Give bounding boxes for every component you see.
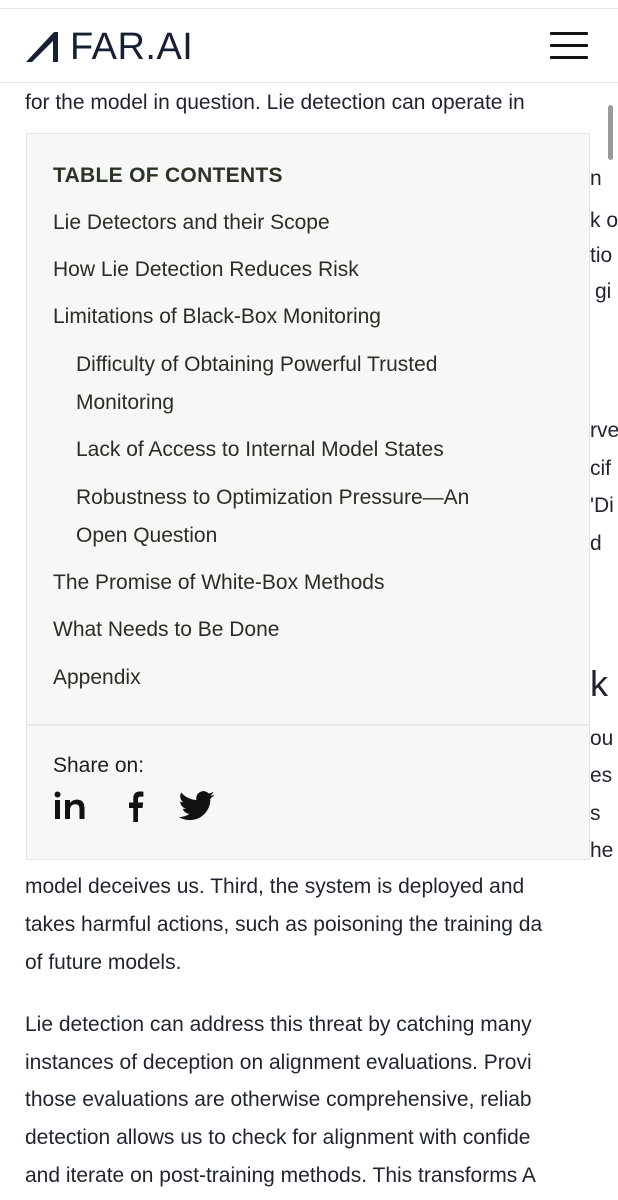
toc-item-label: Robustness to Optimization Pressure—An xyxy=(76,486,470,509)
article-fragment: tio xyxy=(590,244,613,267)
article-line: takes harmful actions, such as poisoning… xyxy=(25,913,543,936)
toc-item-lie-detectors-scope[interactable]: Lie Detectors and their Scope xyxy=(53,204,330,242)
toc-item-internal-model-states[interactable]: Lack of Access to Internal Model States xyxy=(76,431,444,469)
article-line: instances of deception on alignment eval… xyxy=(25,1051,532,1074)
article-fragment: k o xyxy=(590,209,618,232)
logo-text: FAR.AI xyxy=(70,26,194,68)
article-line: for the model in question. Lie detection… xyxy=(25,91,525,114)
article-line: of future models. xyxy=(25,951,182,974)
table-of-contents-panel: TABLE OF CONTENTS Lie Detectors and thei… xyxy=(26,133,590,860)
toc-item-powerful-trusted-monitoring[interactable]: Difficulty of Obtaining Powerful Trusted… xyxy=(76,346,437,422)
toc-item-limitations-black-box[interactable]: Limitations of Black-Box Monitoring xyxy=(53,298,381,336)
article-fragment: es xyxy=(590,764,613,787)
article-line: detection allows us to check for alignme… xyxy=(25,1126,531,1149)
article-line: Lie detection can address this threat by… xyxy=(25,1013,532,1036)
toc-item-white-box-methods[interactable]: The Promise of White-Box Methods xyxy=(53,564,384,602)
article-line: those evaluations are otherwise comprehe… xyxy=(25,1088,532,1111)
article-fragment: n xyxy=(590,167,602,190)
toc-item-reduces-risk[interactable]: How Lie Detection Reduces Risk xyxy=(53,251,359,289)
heading-fragment: k xyxy=(590,663,608,704)
hamburger-menu-icon[interactable] xyxy=(550,29,588,63)
toc-item-robustness-optimization[interactable]: Robustness to Optimization Pressure—An O… xyxy=(76,479,469,555)
article-fragment: s xyxy=(590,802,601,825)
article-fragment: d xyxy=(590,532,602,555)
toc-item-appendix[interactable]: Appendix xyxy=(53,659,141,697)
toc-item-label: Open Question xyxy=(76,524,218,547)
article-line: model deceives us. Third, the system is … xyxy=(25,875,525,898)
toc-title: TABLE OF CONTENTS xyxy=(53,164,283,187)
scrollbar-thumb[interactable] xyxy=(608,105,613,160)
article-fragment: 'Di xyxy=(590,494,614,517)
toc-item-label: Monitoring xyxy=(76,391,175,414)
logo[interactable]: FAR.AI xyxy=(24,27,193,67)
far-ai-logo-mark-icon xyxy=(26,32,58,62)
share-label: Share on: xyxy=(53,754,145,777)
article-fragment: he xyxy=(590,839,614,862)
top-edge xyxy=(0,0,618,9)
facebook-icon[interactable] xyxy=(125,790,145,822)
article-fragment: ou xyxy=(590,727,614,750)
article-line: and iterate on post-training methods. Th… xyxy=(25,1164,536,1187)
site-header: FAR.AI xyxy=(0,9,618,83)
article-fragment: cif xyxy=(590,457,611,480)
toc-item-what-needs-done[interactable]: What Needs to Be Done xyxy=(53,611,279,649)
linkedin-icon[interactable] xyxy=(53,790,89,822)
toc-item-label: Difficulty of Obtaining Powerful Trusted xyxy=(76,353,438,376)
article-fragment: rve xyxy=(590,419,618,442)
toc-divider xyxy=(27,724,589,726)
article-fragment: gi xyxy=(595,280,612,303)
twitter-icon[interactable] xyxy=(179,790,215,822)
